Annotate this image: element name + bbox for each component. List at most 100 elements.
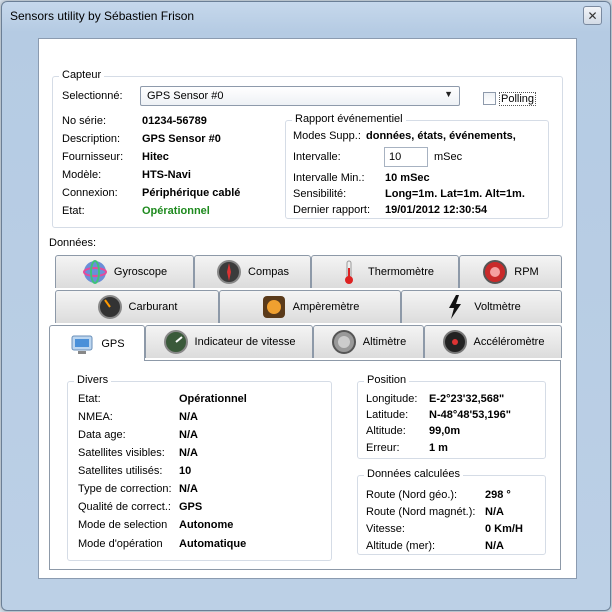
intervalle-min-label: Intervalle Min.: bbox=[293, 172, 365, 184]
lightning-icon bbox=[442, 294, 468, 320]
modele-value: HTS-Navi bbox=[142, 169, 191, 181]
fuel-gauge-icon bbox=[97, 294, 123, 320]
capteur-group-title: Capteur bbox=[59, 69, 105, 81]
tab-label: Carburant bbox=[128, 301, 178, 313]
tab-compas[interactable]: Compas bbox=[194, 255, 311, 288]
tab-altimetre[interactable]: Altimètre bbox=[313, 325, 424, 358]
dernier-rapport-value: 19/01/2012 12:30:54 bbox=[385, 204, 488, 216]
title-bar[interactable]: Sensors utility by Sébastien Frison ✕ bbox=[2, 2, 610, 32]
thermometer-icon bbox=[336, 259, 362, 285]
divers-etat-value: Opérationnel bbox=[179, 393, 247, 405]
latitude-label: Latitude: bbox=[366, 409, 409, 421]
data-age-value: N/A bbox=[179, 429, 198, 441]
sensibilite-value: Long=1m. Lat=1m. Alt=1m. bbox=[385, 188, 525, 200]
connexion-label: Connexion: bbox=[62, 187, 118, 199]
rpm-gauge-icon bbox=[482, 259, 508, 285]
nmea-value: N/A bbox=[179, 411, 198, 423]
modes-value: données, états, événements, bbox=[366, 130, 516, 142]
dernier-rapport-label: Dernier rapport: bbox=[293, 204, 371, 216]
tab-label: GPS bbox=[101, 337, 125, 350]
intervalle-unit: mSec bbox=[434, 151, 463, 163]
fournisseur-label: Fournisseur: bbox=[62, 151, 124, 163]
altitude-label: Altitude: bbox=[366, 425, 406, 437]
serial-value: 01234-56789 bbox=[142, 115, 207, 127]
fournisseur-value: Hitec bbox=[142, 151, 169, 163]
accelerometer-icon bbox=[442, 329, 468, 355]
altimeter-icon bbox=[331, 329, 357, 355]
satellites-utilises-label: Satellites utilisés: bbox=[78, 465, 163, 477]
mode-selection-label: Mode de selection bbox=[78, 519, 168, 531]
close-icon: ✕ bbox=[587, 8, 598, 23]
app-window: Sensors utility by Sébastien Frison ✕ Ca… bbox=[1, 1, 611, 611]
main-panel: Capteur Selectionné: GPS Sensor #0 ▼ Pol… bbox=[38, 38, 577, 579]
etat-value: Opérationnel bbox=[142, 205, 210, 217]
close-button[interactable]: ✕ bbox=[583, 6, 602, 25]
description-label: Description: bbox=[62, 133, 121, 145]
tab-label: Thermomètre bbox=[367, 266, 435, 278]
tab-indicateur-vitesse[interactable]: Indicateur de vitesse bbox=[145, 325, 313, 358]
rapport-group-title: Rapport événementiel bbox=[292, 113, 406, 125]
tab-accelerometre[interactable]: Accéléromètre bbox=[424, 325, 562, 358]
qualite-correction-label: Qualité de correct.: bbox=[78, 501, 171, 513]
speedometer-icon bbox=[163, 329, 189, 355]
mode-operation-value: Automatique bbox=[179, 538, 247, 550]
route-nord-magnet-label: Route (Nord magnét.): bbox=[366, 506, 476, 518]
ammeter-icon bbox=[261, 294, 287, 320]
gps-tab-panel: Divers Etat: Opérationnel NMEA: N/A Data… bbox=[49, 360, 561, 570]
tab-rpm[interactable]: RPM bbox=[459, 255, 562, 288]
tab-gps[interactable]: GPS bbox=[49, 325, 145, 361]
gps-device-icon bbox=[69, 331, 95, 357]
sensibilite-label: Sensibilité: bbox=[293, 188, 347, 200]
tab-label: Indicateur de vitesse bbox=[194, 336, 296, 348]
connexion-value: Périphérique cablé bbox=[142, 187, 241, 199]
type-correction-label: Type de correction: bbox=[78, 483, 172, 495]
tab-gyroscope[interactable]: Gyroscope bbox=[55, 255, 194, 288]
position-group-title: Position bbox=[364, 374, 410, 386]
dropdown-arrow-icon: ▼ bbox=[444, 89, 453, 99]
altitude-mer-value: N/A bbox=[485, 540, 504, 552]
altitude-mer-label: Altitude (mer): bbox=[366, 540, 436, 552]
nmea-label: NMEA: bbox=[78, 411, 113, 423]
route-nord-magnet-value: N/A bbox=[485, 506, 504, 518]
calculees-group-title: Données calculées bbox=[364, 468, 463, 480]
vitesse-value: 0 Km/H bbox=[485, 523, 523, 535]
compass-icon bbox=[216, 259, 242, 285]
divers-etat-label: Etat: bbox=[78, 393, 101, 405]
gyroscope-icon bbox=[82, 259, 108, 285]
serial-label: No série: bbox=[62, 115, 107, 127]
polling-checkbox[interactable] bbox=[483, 92, 496, 105]
tab-label: Ampèremètre bbox=[292, 301, 360, 313]
sensor-select[interactable]: GPS Sensor #0 ▼ bbox=[140, 86, 460, 106]
altitude-value: 99,0m bbox=[429, 425, 461, 437]
tab-thermometre[interactable]: Thermomètre bbox=[311, 255, 459, 288]
etat-label: Etat: bbox=[62, 205, 85, 217]
donnees-label: Données: bbox=[49, 237, 97, 249]
polling-label[interactable]: Polling bbox=[499, 92, 537, 106]
tab-label: Gyroscope bbox=[113, 266, 168, 278]
longitude-value: E-2°23'32,568" bbox=[429, 393, 505, 405]
tab-voltmetre[interactable]: Voltmètre bbox=[401, 290, 562, 323]
tab-carburant[interactable]: Carburant bbox=[55, 290, 219, 323]
select-label: Selectionné: bbox=[62, 90, 123, 102]
tab-amperemetre[interactable]: Ampèremètre bbox=[219, 290, 401, 323]
latitude-value: N-48°48'53,196" bbox=[429, 409, 511, 421]
window-title: Sensors utility by Sébastien Frison bbox=[10, 9, 195, 23]
tab-label: Accéléromètre bbox=[473, 336, 545, 348]
data-age-label: Data age: bbox=[78, 429, 126, 441]
route-nord-geo-label: Route (Nord géo.): bbox=[366, 489, 458, 501]
route-nord-geo-value: 298 ° bbox=[485, 489, 511, 501]
intervalle-label: Intervalle: bbox=[293, 151, 341, 163]
description-value: GPS Sensor #0 bbox=[142, 133, 221, 145]
type-correction-value: N/A bbox=[179, 483, 198, 495]
vitesse-label: Vitesse: bbox=[366, 523, 405, 535]
sensor-select-value: GPS Sensor #0 bbox=[147, 90, 224, 102]
satellites-visibles-value: N/A bbox=[179, 447, 198, 459]
longitude-label: Longitude: bbox=[366, 393, 418, 405]
tab-label: Altimètre bbox=[362, 336, 407, 348]
mode-selection-value: Autonome bbox=[179, 519, 234, 531]
modele-label: Modèle: bbox=[62, 169, 102, 181]
intervalle-input[interactable] bbox=[384, 147, 428, 167]
satellites-visibles-label: Satellites visibles: bbox=[78, 447, 165, 459]
tab-label: Voltmètre bbox=[474, 301, 521, 313]
intervalle-min-value: 10 mSec bbox=[385, 172, 430, 184]
